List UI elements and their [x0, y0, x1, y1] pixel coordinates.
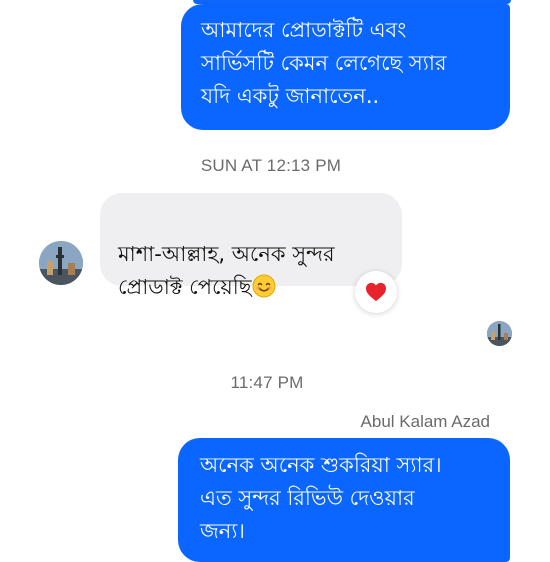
- smiling-face-icon: [252, 274, 276, 298]
- message-thread: আমাদের প্রোডাক্টটি এবং সার্ভিসটি কেমন লে…: [0, 0, 550, 562]
- message-text: মাশা-আল্লাহ, অনেক সুন্দর প্রোডাক্ট পেয়ে…: [118, 242, 335, 299]
- timestamp: SUN AT 12:13 PM: [200, 156, 342, 175]
- timestamp: 11:47 PM: [230, 373, 304, 392]
- heart-reaction[interactable]: [355, 271, 397, 313]
- incoming-message-bubble[interactable]: মাশা-আল্লাহ, অনেক সুন্দর প্রোডাক্ট পেয়ে…: [100, 193, 402, 299]
- avatar-photo-icon: [39, 241, 83, 285]
- seen-indicator-avatar: [487, 321, 512, 346]
- sender-name: Abul Kalam Azad: [360, 412, 490, 431]
- outgoing-message-bubble[interactable]: অনেক অনেক শুকরিয়া স্যার। এত সুন্দর রিভি…: [178, 438, 510, 562]
- outgoing-message-bubble[interactable]: আমাদের প্রোডাক্টটি এবং সার্ভিসটি কেমন লে…: [181, 4, 510, 130]
- heart-icon: [366, 282, 386, 302]
- avatar-photo-icon: [487, 321, 512, 346]
- contact-avatar[interactable]: [39, 241, 83, 285]
